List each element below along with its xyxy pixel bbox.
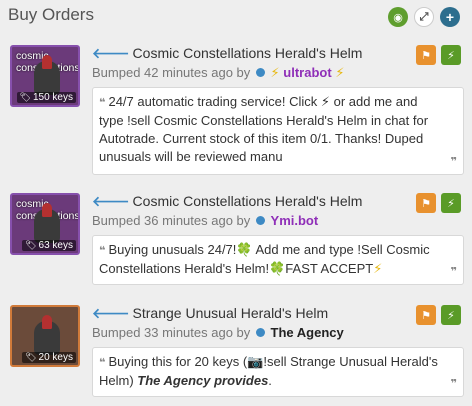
back-arrow-icon: 🡐 bbox=[92, 305, 130, 321]
bump-info: Bumped 36 minutes ago by Ymi.bot bbox=[92, 213, 318, 231]
bolt-icon: ⚡ bbox=[373, 261, 383, 276]
item-name[interactable]: Strange Unusual Herald's Helm bbox=[133, 305, 329, 321]
expand-icon[interactable]: ⤢ bbox=[414, 7, 434, 27]
message-emphasis: The Agency provides bbox=[137, 373, 269, 388]
item-thumbnail[interactable]: cosmic constellations 🏷63 keys bbox=[10, 193, 80, 255]
bolt-icon[interactable]: ⚡ bbox=[441, 193, 461, 213]
back-arrow-icon: 🡐 bbox=[92, 193, 130, 209]
flag-icon[interactable]: ⚑ bbox=[416, 305, 436, 325]
tag-icon: 🏷 bbox=[25, 352, 37, 362]
item-thumbnail[interactable]: 🏷 20 keys bbox=[10, 305, 80, 367]
eye-icon[interactable]: ◉ bbox=[388, 7, 408, 27]
item-title[interactable]: 🡐 Strange Unusual Herald's Helm bbox=[92, 305, 328, 323]
bolt-icon: ⚡ bbox=[270, 65, 280, 80]
message-text: Buying unusuals 24/7! bbox=[108, 242, 237, 257]
panel-header: Buy Orders ◉ ⤢ + bbox=[0, 0, 472, 34]
status-dot-icon bbox=[255, 216, 265, 226]
order-message: ❝ Buying unusuals 24/7!🍀 Add me and type … bbox=[92, 235, 464, 285]
helm-image bbox=[34, 55, 60, 95]
message-text: 24/7 automatic trading service! Click ⚡ … bbox=[99, 94, 429, 164]
message-text: FAST ACCEPT bbox=[285, 261, 374, 276]
flag-icon[interactable]: ⚑ bbox=[416, 193, 436, 213]
bolt-icon: ⚡ bbox=[335, 65, 345, 80]
item-title[interactable]: 🡐 Cosmic Constellations Herald's Helm bbox=[92, 193, 362, 211]
item-name[interactable]: Cosmic Constellations Herald's Helm bbox=[133, 193, 363, 209]
clover-icon: 🍀 bbox=[236, 242, 253, 257]
price-badge: 🏷 63 keys bbox=[22, 240, 76, 251]
price-badge: 🏷 20 keys bbox=[22, 352, 76, 363]
helm-image bbox=[34, 203, 60, 243]
quote-open-icon: ❝ bbox=[99, 245, 106, 257]
item-thumbnail[interactable]: cosmic constellations 🏷150 keys bbox=[10, 45, 80, 107]
bump-info: Bumped 42 minutes ago by ⚡ ultrabot ⚡ bbox=[92, 65, 344, 83]
username-link[interactable]: ultrabot bbox=[283, 65, 331, 80]
bumped-text: Bumped 33 minutes ago by bbox=[92, 325, 251, 340]
quote-close-icon: ❞ bbox=[450, 156, 457, 168]
helm-image bbox=[34, 315, 60, 355]
bolt-icon[interactable]: ⚡ bbox=[441, 45, 461, 65]
flag-icon[interactable]: ⚑ bbox=[416, 45, 436, 65]
order-message: ❝ 24/7 automatic trading service! Click ⚡… bbox=[92, 87, 464, 175]
item-title[interactable]: 🡐 Cosmic Constellations Herald's Helm bbox=[92, 45, 362, 63]
tag-icon: 🏷 bbox=[19, 92, 31, 102]
tag-icon: 🏷 bbox=[25, 240, 37, 250]
quote-close-icon: ❞ bbox=[450, 266, 457, 278]
status-dot-icon bbox=[255, 68, 265, 78]
price-badge: 🏷 150 keys bbox=[16, 92, 76, 103]
bolt-icon[interactable]: ⚡ bbox=[441, 305, 461, 325]
bumped-text: Bumped 42 minutes ago by bbox=[92, 65, 251, 80]
quote-open-icon: ❝ bbox=[99, 97, 106, 109]
message-text: . bbox=[268, 373, 272, 388]
quote-open-icon: ❝ bbox=[99, 357, 106, 369]
clover-icon: 🍀 bbox=[269, 261, 286, 276]
order-message: ❝ Buying this for 20 keys (📷!sell Strange… bbox=[92, 347, 464, 397]
bump-info: Bumped 33 minutes ago by The Agency bbox=[92, 325, 344, 343]
quote-close-icon: ❞ bbox=[450, 378, 457, 390]
panel-title: Buy Orders bbox=[8, 5, 94, 24]
status-dot-icon bbox=[255, 328, 265, 338]
username-link[interactable]: The Agency bbox=[271, 325, 344, 340]
username-link[interactable]: Ymi.bot bbox=[271, 213, 319, 228]
item-name[interactable]: Cosmic Constellations Herald's Helm bbox=[133, 45, 363, 61]
add-icon[interactable]: + bbox=[440, 7, 460, 27]
back-arrow-icon: 🡐 bbox=[92, 45, 130, 61]
bumped-text: Bumped 36 minutes ago by bbox=[92, 213, 251, 228]
